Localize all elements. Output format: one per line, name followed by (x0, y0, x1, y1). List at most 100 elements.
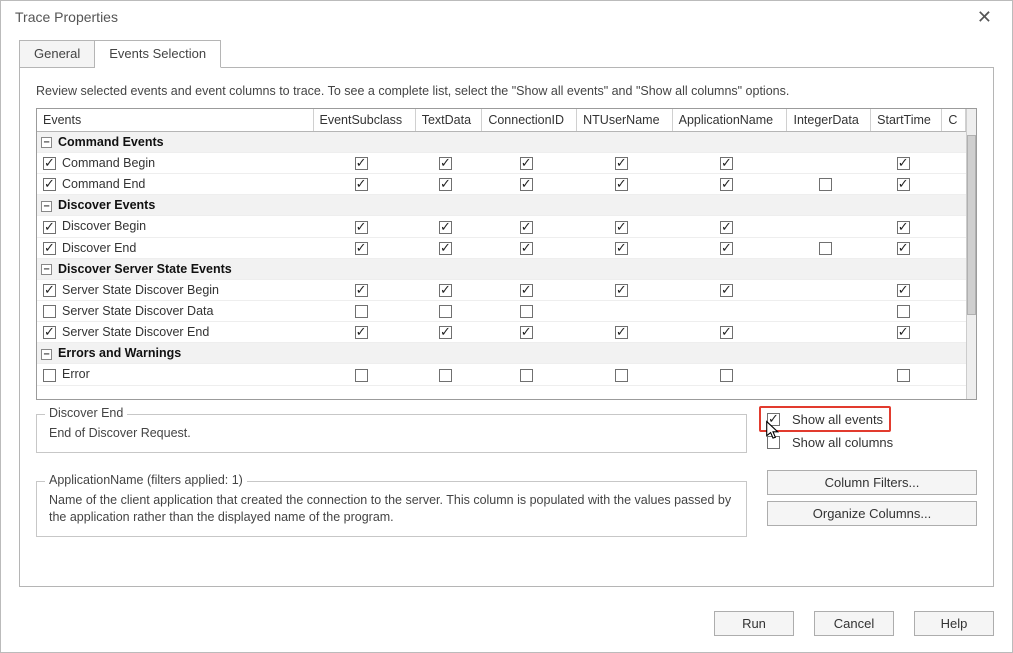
column-header[interactable]: ApplicationName (672, 109, 787, 132)
tab-general[interactable]: General (19, 40, 95, 68)
event-row[interactable]: Discover End (37, 237, 966, 258)
column-header[interactable]: C (942, 109, 966, 132)
cell-checkbox[interactable] (355, 305, 368, 318)
event-row[interactable]: Server State Discover Begin (37, 279, 966, 300)
cell-checkbox[interactable] (355, 284, 368, 297)
cell-checkbox[interactable] (615, 326, 628, 339)
cell-checkbox[interactable] (355, 326, 368, 339)
cell-checkbox[interactable] (897, 178, 910, 191)
group-row[interactable]: −Errors and Warnings (37, 343, 966, 364)
collapse-icon[interactable]: − (41, 137, 52, 148)
close-icon[interactable]: ✕ (967, 5, 1002, 30)
cell-checkbox[interactable] (720, 284, 733, 297)
cell-checkbox[interactable] (615, 242, 628, 255)
row-checkbox[interactable] (43, 157, 56, 170)
cell-checkbox[interactable] (520, 369, 533, 382)
vertical-scrollbar[interactable] (966, 109, 976, 399)
event-row[interactable]: Command Begin (37, 153, 966, 174)
group-row[interactable]: −Discover Events (37, 195, 966, 216)
column-header[interactable]: StartTime (871, 109, 942, 132)
cell-checkbox[interactable] (520, 178, 533, 191)
cell-checkbox[interactable] (615, 221, 628, 234)
cell-checkbox[interactable] (720, 157, 733, 170)
cell-checkbox[interactable] (897, 284, 910, 297)
group-row[interactable]: −Command Events (37, 132, 966, 153)
cell-checkbox[interactable] (520, 284, 533, 297)
event-row[interactable]: Error (37, 364, 966, 385)
help-button[interactable]: Help (914, 611, 994, 636)
events-grid[interactable]: EventsEventSubclassTextDataConnectionIDN… (36, 108, 977, 400)
cell-checkbox[interactable] (439, 157, 452, 170)
column-header[interactable]: TextData (415, 109, 482, 132)
cell-checkbox[interactable] (439, 369, 452, 382)
organize-columns-button[interactable]: Organize Columns... (767, 501, 977, 526)
cell-checkbox[interactable] (439, 305, 452, 318)
cell-checkbox[interactable] (520, 326, 533, 339)
cell-checkbox[interactable] (355, 178, 368, 191)
cell-checkbox[interactable] (355, 369, 368, 382)
cell-checkbox[interactable] (720, 242, 733, 255)
column-detail-text: Name of the client application that crea… (49, 492, 734, 526)
collapse-icon[interactable]: − (41, 349, 52, 360)
cell-checkbox[interactable] (439, 284, 452, 297)
row-checkbox[interactable] (43, 242, 56, 255)
show-all-events-checkbox[interactable]: Show all events (767, 412, 977, 427)
cell-checkbox[interactable] (897, 326, 910, 339)
column-header[interactable]: EventSubclass (313, 109, 415, 132)
row-checkbox[interactable] (43, 178, 56, 191)
row-checkbox[interactable] (43, 305, 56, 318)
group-label: Discover Server State Events (58, 262, 232, 276)
run-button[interactable]: Run (714, 611, 794, 636)
tab-events-selection[interactable]: Events Selection (95, 40, 221, 68)
scrollbar-thumb[interactable] (967, 135, 976, 315)
cell-checkbox[interactable] (897, 369, 910, 382)
column-filters-button[interactable]: Column Filters... (767, 470, 977, 495)
cell-checkbox[interactable] (520, 221, 533, 234)
show-all-columns-checkbox[interactable]: Show all columns (767, 435, 977, 450)
row-checkbox[interactable] (43, 369, 56, 382)
event-row[interactable]: Discover Begin (37, 216, 966, 237)
group-label: Command Events (58, 135, 164, 149)
cell-checkbox[interactable] (355, 221, 368, 234)
cell-checkbox[interactable] (520, 157, 533, 170)
cell-checkbox[interactable] (520, 242, 533, 255)
cell-checkbox[interactable] (439, 242, 452, 255)
event-row[interactable]: Command End (37, 174, 966, 195)
dialog-body: General Events Selection Review selected… (1, 33, 1012, 599)
cell-checkbox[interactable] (439, 178, 452, 191)
event-row[interactable]: Server State Discover End (37, 322, 966, 343)
column-header[interactable]: IntegerData (787, 109, 871, 132)
cell-checkbox[interactable] (720, 326, 733, 339)
cell-checkbox[interactable] (720, 369, 733, 382)
collapse-icon[interactable]: − (41, 201, 52, 212)
cell-checkbox[interactable] (520, 305, 533, 318)
cell-checkbox[interactable] (355, 242, 368, 255)
group-row[interactable]: −Discover Server State Events (37, 258, 966, 279)
cell-checkbox[interactable] (897, 157, 910, 170)
cell-checkbox[interactable] (720, 221, 733, 234)
cell-checkbox[interactable] (615, 369, 628, 382)
row-checkbox[interactable] (43, 284, 56, 297)
cell-checkbox[interactable] (439, 326, 452, 339)
cell-checkbox[interactable] (615, 178, 628, 191)
cell-checkbox[interactable] (897, 305, 910, 318)
column-header[interactable]: ConnectionID (482, 109, 577, 132)
column-detail-box: ApplicationName (filters applied: 1) Nam… (36, 481, 747, 537)
cell-checkbox[interactable] (897, 242, 910, 255)
row-checkbox[interactable] (43, 221, 56, 234)
event-row[interactable]: Server State Discover Data (37, 301, 966, 322)
column-header[interactable]: Events (37, 109, 313, 132)
event-detail-title: Discover End (45, 406, 127, 420)
cell-checkbox[interactable] (720, 178, 733, 191)
cell-checkbox[interactable] (355, 157, 368, 170)
cell-checkbox[interactable] (819, 178, 832, 191)
cell-checkbox[interactable] (615, 157, 628, 170)
row-checkbox[interactable] (43, 326, 56, 339)
cell-checkbox[interactable] (439, 221, 452, 234)
cell-checkbox[interactable] (615, 284, 628, 297)
cell-checkbox[interactable] (819, 242, 832, 255)
column-header[interactable]: NTUserName (577, 109, 673, 132)
cell-checkbox[interactable] (897, 221, 910, 234)
cancel-button[interactable]: Cancel (814, 611, 894, 636)
collapse-icon[interactable]: − (41, 264, 52, 275)
